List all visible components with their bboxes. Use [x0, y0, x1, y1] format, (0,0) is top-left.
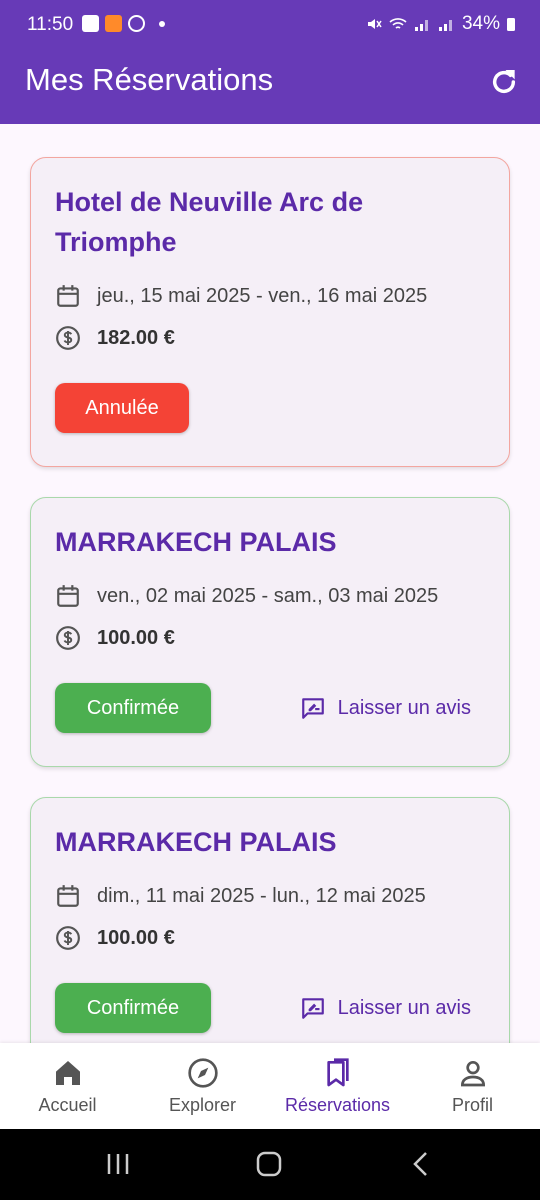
battery-percent: 34%: [461, 13, 500, 34]
facebook-icon: [128, 15, 145, 32]
reservation-price: 100.00 €: [97, 926, 175, 949]
status-badge: Confirmée: [55, 683, 211, 733]
review-label: Laisser un avis: [337, 696, 471, 719]
bottom-navigation: Accueil Explorer Réservations Profil: [0, 1043, 540, 1129]
system-navigation-bar: [0, 1129, 540, 1200]
person-icon: [460, 1061, 485, 1087]
nav-label: Explorer: [168, 1095, 237, 1115]
home-icon: [55, 1061, 80, 1085]
reservation-dates: jeu., 15 mai 2025 - ven., 16 mai 2025: [97, 284, 428, 307]
bookmarks-icon: [326, 1058, 349, 1087]
price-row: 182.00 €: [55, 325, 175, 351]
status-bar: 11:50 34%: [0, 0, 540, 50]
nav-label: Réservations: [284, 1095, 391, 1115]
dollar-icon: [56, 626, 80, 650]
dates-row: ven., 02 mai 2025 - sam., 03 mai 2025: [55, 583, 438, 609]
nav-item-profil[interactable]: Profil: [405, 1057, 540, 1116]
recent-apps-icon[interactable]: [104, 1151, 132, 1177]
reservation-dates: ven., 02 mai 2025 - sam., 03 mai 2025: [97, 584, 439, 607]
calendar-icon: [57, 585, 79, 607]
dollar-icon: [56, 926, 80, 950]
dates-row: jeu., 15 mai 2025 - ven., 16 mai 2025: [55, 283, 427, 309]
gallery-icon: [82, 15, 99, 32]
home-button-icon[interactable]: [255, 1151, 283, 1177]
status-badge: Confirmée: [55, 983, 211, 1033]
wifi-icon: [389, 18, 407, 29]
calendar-icon: [57, 285, 79, 307]
signal-2-icon: [438, 20, 452, 31]
system-icons: 34%: [366, 13, 516, 35]
signal-icon: [414, 20, 428, 31]
nav-item-reservations[interactable]: Réservations: [270, 1057, 405, 1116]
back-icon[interactable]: [408, 1151, 436, 1177]
status-time: 11:50: [27, 14, 74, 35]
price-row: 100.00 €: [55, 625, 175, 651]
review-label: Laisser un avis: [337, 996, 471, 1019]
reservation-card[interactable]: MARRAKECH PALAIS dim., 11 mai 2025 - lun…: [30, 797, 510, 1067]
app-notification-icon: [105, 15, 122, 32]
refresh-icon[interactable]: [488, 66, 520, 98]
app-bar: 11:50 34% Mes Réservations: [0, 0, 540, 124]
nav-label: Profil: [451, 1095, 493, 1115]
status-badge: Annulée: [55, 383, 189, 433]
hotel-name: Hotel de Neuville Arc de Triomphe: [55, 187, 364, 257]
hotel-name: MARRAKECH PALAIS: [55, 527, 337, 557]
nav-label: Accueil: [38, 1095, 97, 1115]
reservation-card[interactable]: Hotel de Neuville Arc de Triomphe jeu., …: [30, 157, 510, 467]
nav-item-explorer[interactable]: Explorer: [135, 1057, 270, 1116]
reservation-card[interactable]: MARRAKECH PALAIS ven., 02 mai 2025 - sam…: [30, 497, 510, 767]
nav-item-accueil[interactable]: Accueil: [0, 1057, 135, 1116]
notification-icons: [82, 15, 165, 32]
review-icon: [301, 698, 324, 719]
reservation-dates: dim., 11 mai 2025 - lun., 12 mai 2025: [97, 884, 426, 907]
hotel-name: MARRAKECH PALAIS: [55, 827, 337, 857]
compass-icon: [187, 1058, 218, 1088]
leave-review-button[interactable]: Laisser un avis: [300, 995, 471, 1021]
reservation-price: 100.00 €: [97, 626, 175, 649]
dates-row: dim., 11 mai 2025 - lun., 12 mai 2025: [55, 883, 426, 909]
price-row: 100.00 €: [55, 925, 175, 951]
leave-review-button[interactable]: Laisser un avis: [300, 695, 471, 721]
review-icon: [301, 998, 324, 1019]
dollar-icon: [56, 326, 80, 350]
more-notifications-icon: [159, 20, 165, 27]
page-title: Mes Réservations: [25, 62, 274, 97]
reservation-price: 182.00 €: [97, 326, 175, 349]
battery-icon: [507, 18, 515, 31]
calendar-icon: [57, 885, 79, 907]
mute-icon: [367, 19, 382, 29]
